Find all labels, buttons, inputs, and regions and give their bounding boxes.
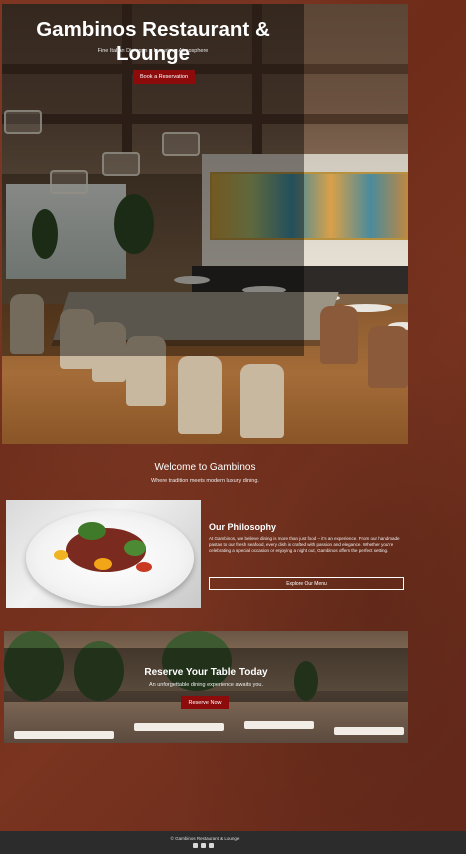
philosophy-text: At Gambinos, we believe dining is more t… [209,536,400,553]
hero-title: Gambinos Restaurant & Lounge [36,18,270,65]
reserve-now-button[interactable]: Reserve Now [181,696,229,709]
hero-subtitle: Fine Italian Dining in a Luxurious Atmos… [97,48,209,54]
footer: © Gambinos Restaurant & Lounge [0,831,466,854]
explore-menu-button[interactable]: Explore Our Menu [209,577,404,590]
dining-chair [178,356,222,434]
dining-chair [240,364,284,438]
welcome-subtitle: Where tradition meets modern luxury dini… [151,478,259,484]
dish-image [6,500,201,608]
dining-table [334,727,404,735]
reserve-section: Reserve Your Table Today An unforgettabl… [4,631,408,743]
welcome-title: Welcome to Gambinos [154,462,256,473]
reserve-title: Reserve Your Table Today [144,667,268,678]
orange-segment [54,550,68,560]
dining-table [244,721,314,729]
herb-garnish [124,540,146,556]
dining-table [14,731,114,739]
book-reservation-button[interactable]: Book a Reservation [133,70,195,84]
hero-section: Gambinos Restaurant & Lounge Fine Italia… [2,4,408,444]
footer-copyright: © Gambinos Restaurant & Lounge [170,836,240,841]
instagram-icon[interactable] [201,843,206,848]
facebook-icon[interactable] [193,843,198,848]
philosophy-title: Our Philosophy [209,522,277,532]
dining-chair [368,326,408,388]
orange-segment [94,558,112,570]
dining-table [134,723,224,731]
herb-garnish [78,522,106,540]
twitter-icon[interactable] [209,843,214,848]
reserve-subtitle: An unforgettable dining experience await… [148,682,264,688]
dining-chair [320,306,358,364]
tomato-garnish [136,562,152,572]
